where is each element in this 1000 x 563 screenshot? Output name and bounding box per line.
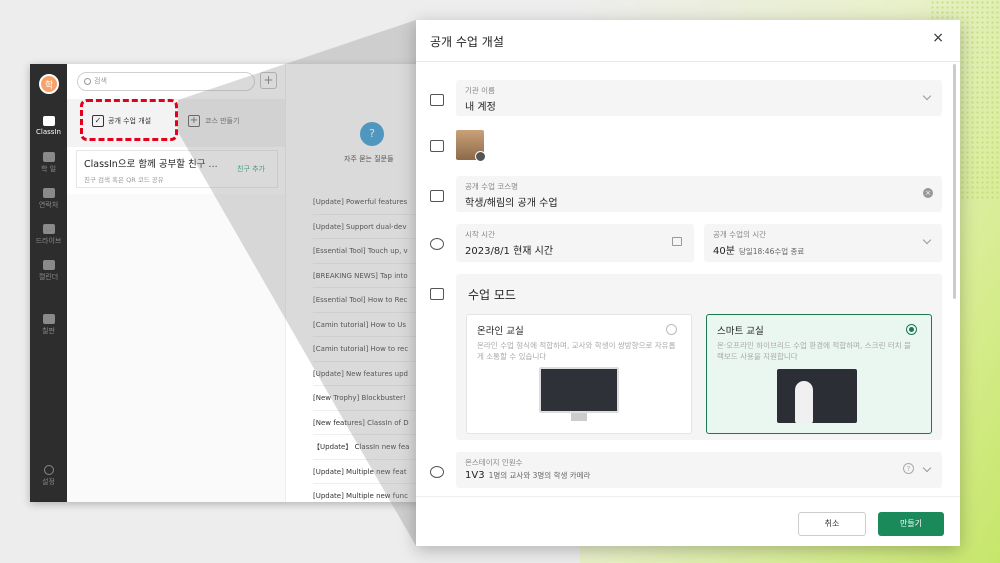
- clear-icon[interactable]: ×: [923, 188, 933, 198]
- plus-icon: +: [188, 115, 200, 127]
- friend-card-subtitle: 친구 검색 혹은 QR 코드 공유: [84, 176, 164, 184]
- smartboard-illustration: [777, 369, 857, 423]
- cover-image[interactable]: [456, 130, 486, 162]
- video-icon: [430, 190, 444, 202]
- list-item[interactable]: [Camin tutorial] How to Us: [313, 313, 422, 337]
- add-button[interactable]: +: [260, 72, 277, 89]
- grid-icon: [430, 288, 444, 300]
- duration-select[interactable]: 공개 수업의 시간 40분 당일18:46수업 종료: [704, 224, 942, 262]
- monitor-illustration: [539, 367, 619, 423]
- faq-label[interactable]: 자주 묻는 질문들: [344, 154, 394, 164]
- add-friend-link[interactable]: 친구 추가: [237, 164, 265, 174]
- notice-list: [Update] Powerful features [Update] Supp…: [313, 190, 422, 502]
- classin-window: 학 ClassIn 학 일 연락처 드라이브 캘린더 칠판 설정 검색 + × …: [30, 64, 422, 502]
- drive-icon: [42, 224, 55, 234]
- radio-smart[interactable]: [906, 324, 917, 335]
- list-item[interactable]: 【Update】 ClassIn new fea: [313, 435, 422, 460]
- list-item[interactable]: [Update] Powerful features: [313, 190, 422, 215]
- gear-icon: [43, 465, 54, 475]
- scrollbar[interactable]: [953, 64, 956, 299]
- divider: [416, 61, 960, 62]
- list-item[interactable]: [Update] Support dual-dev: [313, 215, 422, 239]
- org-select[interactable]: 기관 이름 내 계정: [456, 80, 942, 116]
- help-icon[interactable]: ?: [903, 463, 914, 474]
- faq-icon[interactable]: ?: [360, 122, 384, 146]
- dialog-title: 공개 수업 개설: [430, 35, 504, 49]
- create-course-button[interactable]: + 코스 만들기: [188, 112, 278, 130]
- list-item[interactable]: [Update] Multiple new func: [313, 484, 422, 502]
- side-rail: 학 ClassIn 학 일 연락처 드라이브 캘린더 칠판 설정: [30, 64, 67, 502]
- settings-button[interactable]: 설정: [30, 465, 67, 487]
- left-panel-list: [67, 194, 285, 502]
- smart-classroom-option[interactable]: 스마트 교실 온·오프라인 하이브리드 수업 환경에 적합하며, 스크린 터치 …: [706, 314, 932, 434]
- close-icon[interactable]: ×: [932, 30, 944, 46]
- rail-item-contacts[interactable]: 연락처: [30, 188, 67, 210]
- list-item[interactable]: [New Trophy] Blockbuster!: [313, 386, 422, 411]
- calendar-icon: [42, 260, 55, 270]
- webcam-icon: [430, 466, 444, 478]
- image-icon: [430, 140, 444, 152]
- chevron-down-icon: [922, 235, 932, 245]
- rail-item-classin[interactable]: ClassIn: [30, 116, 67, 136]
- list-item[interactable]: [Update] Multiple new feat: [313, 460, 422, 484]
- list-item[interactable]: [BREAKING NEWS] Tap into: [313, 264, 422, 288]
- check-icon: [42, 152, 55, 162]
- home-icon: [42, 116, 55, 126]
- list-item[interactable]: [Camin tutorial] How to rec: [313, 337, 422, 362]
- chevron-down-icon: [922, 463, 932, 473]
- highlight-box: [80, 99, 178, 141]
- person-icon: [42, 188, 55, 198]
- open-class-dialog: 공개 수업 개설 × 기관 이름 내 계정 공개 수업 코스명 학생/해림의 공…: [416, 20, 960, 546]
- friend-card[interactable]: ClassIn으로 함께 공부할 친구 ... 친구 검색 혹은 QR 코드 공…: [76, 150, 278, 188]
- camera-icon[interactable]: [475, 151, 486, 162]
- rail-item-calendar[interactable]: 캘린더: [30, 260, 67, 282]
- chevron-down-icon: [922, 91, 932, 101]
- online-classroom-option[interactable]: 온라인 교실 온라인 수업 형식에 적합하며, 교사와 학생이 쌍방향으로 자유…: [466, 314, 692, 434]
- avatar[interactable]: 학: [39, 74, 59, 94]
- calendar-icon: [672, 237, 682, 246]
- clock-icon: [430, 238, 444, 250]
- list-item[interactable]: [Essential Tool] Touch up, v: [313, 239, 422, 264]
- onstage-select[interactable]: 온스테이지 인원수 1V3 1명의 교사와 3명의 학생 카메라 ?: [456, 452, 942, 488]
- course-name-field[interactable]: 공개 수업 코스명 학생/해림의 공개 수업 ×: [456, 176, 942, 212]
- radio-online[interactable]: [666, 324, 677, 335]
- rail-item-board[interactable]: 칠판: [30, 314, 67, 336]
- search-input[interactable]: 검색: [77, 72, 255, 91]
- friend-card-title: ClassIn으로 함께 공부할 친구 ...: [84, 159, 218, 170]
- class-mode-section: 수업 모드 온라인 교실 온라인 수업 형식에 적합하며, 교사와 학생이 쌍방…: [456, 274, 942, 440]
- cancel-button[interactable]: 취소: [798, 512, 866, 536]
- building-icon: [430, 94, 444, 106]
- list-item[interactable]: [Essential Tool] How to Rec: [313, 288, 422, 313]
- rail-item-drive[interactable]: 드라이브: [30, 224, 67, 246]
- search-icon: [84, 78, 91, 85]
- start-time-field[interactable]: 시작 시간 2023/8/1 현재 시간: [456, 224, 694, 262]
- divider: [416, 496, 960, 497]
- rail-item-study[interactable]: 학 일: [30, 152, 67, 174]
- board-icon: [42, 314, 55, 324]
- list-item[interactable]: [New features] ClassIn of D: [313, 411, 422, 435]
- list-item[interactable]: [Update] New features upd: [313, 362, 422, 386]
- create-button[interactable]: 만들기: [878, 512, 944, 536]
